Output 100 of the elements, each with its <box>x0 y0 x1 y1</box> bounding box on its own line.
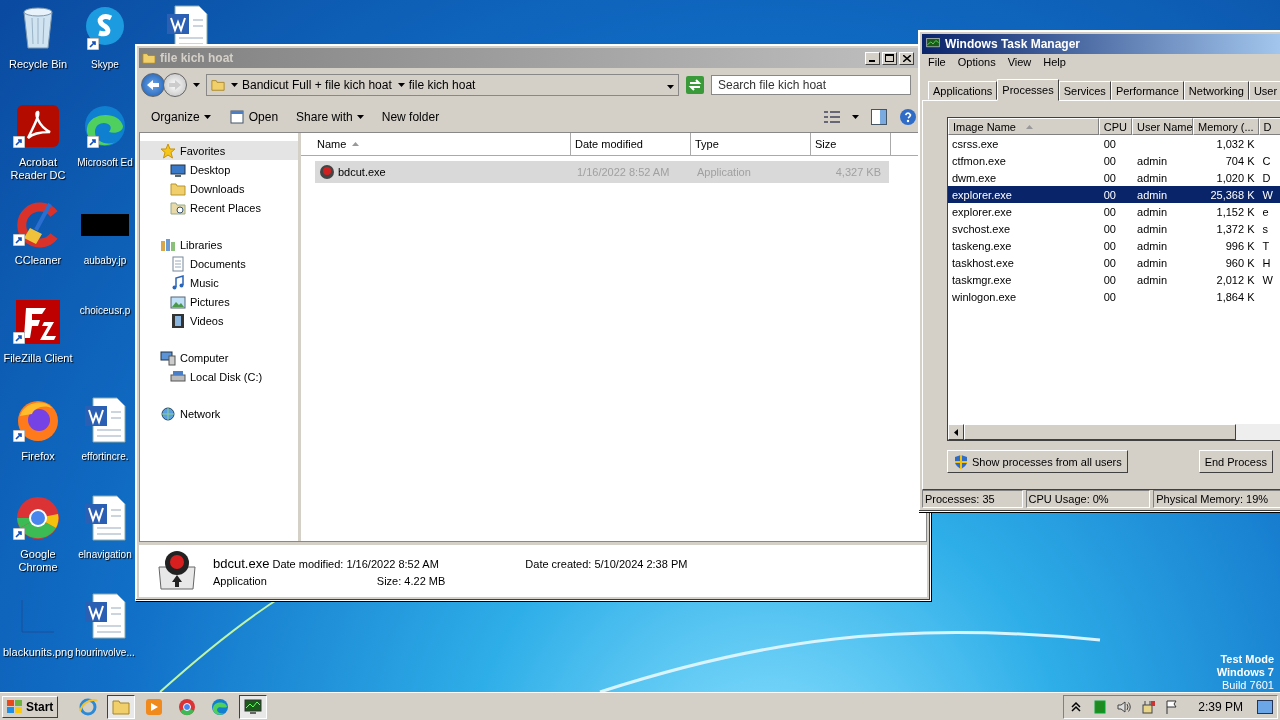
breadcrumb-link[interactable]: file kich hoat <box>408 78 476 92</box>
end-process-button[interactable]: End Process <box>1198 450 1273 473</box>
window-title: Windows Task Manager <box>945 37 1082 51</box>
nav-item[interactable]: Recent Places <box>140 198 298 217</box>
search-field[interactable]: Search file kich hoat <box>711 75 911 95</box>
tab[interactable]: Services <box>1058 81 1111 100</box>
menu-item[interactable]: Options <box>953 56 1000 68</box>
nav-item[interactable]: Documents <box>140 254 298 273</box>
icon-label[interactable]: Firefox <box>21 450 55 463</box>
tab[interactable]: User <box>1248 81 1280 100</box>
process-row[interactable]: csrss.exe 00 1,032 K <box>948 135 1280 152</box>
icon-label[interactable]: Acrobat Reader DC <box>3 156 73 182</box>
menu-item[interactable]: File <box>924 56 950 68</box>
help-icon[interactable] <box>899 108 917 126</box>
process-row[interactable]: taskeng.exe 00 admin 996 K T <box>948 237 1280 254</box>
process-row[interactable]: dwm.exe 00 admin 1,020 K D <box>948 169 1280 186</box>
minimize-button[interactable] <box>865 51 880 65</box>
breadcrumb-link[interactable]: Bandicut Full + file kich hoat <box>242 78 392 92</box>
scroll-left-icon[interactable] <box>954 428 958 436</box>
nav-item[interactable]: Local Disk (C:) <box>140 367 298 386</box>
column-header[interactable]: CPU <box>1098 118 1132 135</box>
icon-label[interactable]: CCleaner <box>14 254 62 267</box>
toolbar-button[interactable]: Organize <box>149 108 213 126</box>
icon-label[interactable]: blackunits.png <box>3 646 73 659</box>
toolbar-button[interactable]: Share with <box>294 108 366 126</box>
browser-icon[interactable] <box>177 696 198 717</box>
tab[interactable]: Applications <box>928 81 998 100</box>
scrollbar[interactable] <box>948 424 1280 440</box>
column-header[interactable]: Type <box>691 133 811 155</box>
file-row[interactable]: bdcut.exe 1/16/2022 8:52 AM Application 4,327 KB <box>315 161 889 183</box>
forward-button[interactable] <box>163 73 187 97</box>
column-header[interactable]: Memory (... <box>1192 118 1259 135</box>
nav-item[interactable]: Network <box>140 404 298 423</box>
close-button[interactable] <box>899 51 914 65</box>
column-header[interactable]: Image Name <box>948 118 1099 135</box>
toolbar-button[interactable]: Open <box>226 107 281 127</box>
table-cell: 1,864 K <box>1216 290 1255 303</box>
nav-item[interactable]: Downloads <box>140 179 298 198</box>
clock[interactable]: 2:39 PM <box>1198 699 1243 714</box>
process-row[interactable]: svchost.exe 00 admin 1,372 K s <box>948 220 1280 237</box>
process-row[interactable]: taskhost.exe 00 admin 960 K H <box>948 254 1280 271</box>
table-cell: explorer.exe <box>952 188 1012 201</box>
column-header[interactable]: Date modified <box>571 133 691 155</box>
nav-item[interactable]: Desktop <box>140 160 298 179</box>
tab[interactable]: Networking <box>1183 81 1249 100</box>
icon-label[interactable]: elnavigation <box>78 548 132 561</box>
column-header[interactable]: Name <box>301 133 571 155</box>
start-button[interactable]: Start <box>2 695 59 718</box>
caret-icon <box>356 115 364 119</box>
media-player-icon[interactable] <box>144 696 165 717</box>
menu-item[interactable]: View <box>1003 56 1036 68</box>
music-note-icon <box>170 274 186 291</box>
nav-item[interactable]: Computer <box>140 348 298 367</box>
nav-item[interactable]: Favorites <box>140 141 298 160</box>
table-cell: 00 <box>1103 154 1116 167</box>
show-desktop-icon[interactable] <box>1257 699 1273 714</box>
caret-icon <box>667 85 674 89</box>
process-row[interactable]: explorer.exe 00 admin 25,368 K W <box>948 186 1280 203</box>
process-row[interactable]: winlogon.exe 00 1,864 K <box>948 288 1280 305</box>
power-plug-icon[interactable] <box>1140 698 1157 715</box>
icon-label[interactable]: Microsoft Ed <box>77 156 133 169</box>
tab[interactable]: Performance <box>1110 81 1184 100</box>
view-list-icon[interactable] <box>824 110 840 124</box>
icon-label[interactable]: Google Chrome <box>3 548 73 574</box>
maximize-button[interactable] <box>882 51 897 65</box>
process-row[interactable]: ctfmon.exe 00 admin 704 K C <box>948 152 1280 169</box>
menu-item[interactable]: Help <box>1039 56 1070 68</box>
column-header[interactable]: User Name <box>1131 118 1193 135</box>
icon-label[interactable]: aubaby.jp <box>83 254 127 267</box>
nav-item[interactable]: Videos <box>140 311 298 330</box>
nav-item[interactable]: Libraries <box>140 235 298 254</box>
table-cell: admin <box>1137 188 1167 201</box>
column-header[interactable]: D <box>1258 118 1280 135</box>
icon-label[interactable]: effortincre. <box>81 450 129 463</box>
nav-item[interactable]: Pictures <box>140 292 298 311</box>
icon-label[interactable]: choiceusr.p <box>79 304 131 317</box>
back-button[interactable] <box>141 73 165 97</box>
icon-label[interactable]: FileZilla Client <box>3 352 73 365</box>
show-all-processes-button[interactable]: Show processes from all users <box>947 450 1128 473</box>
preview-pane-icon[interactable] <box>871 109 887 125</box>
icon-label[interactable]: Recycle Bin <box>8 58 68 71</box>
address-bar[interactable]: Bandicut Full + file kich hoat file kich hoat <box>206 74 679 96</box>
speaker-icon[interactable] <box>1116 698 1133 715</box>
icon-label[interactable]: Skype <box>91 58 119 71</box>
tab[interactable]: Processes <box>997 79 1059 101</box>
app-tray-icon[interactable] <box>1092 698 1109 715</box>
watermark-text: Windows 7 <box>1216 666 1274 679</box>
table-cell: 704 K <box>1225 154 1255 167</box>
process-row[interactable]: taskmgr.exe 00 admin 2,012 K W <box>948 271 1280 288</box>
toolbar-button[interactable]: New folder <box>379 108 442 126</box>
process-row[interactable]: explorer.exe 00 admin 1,152 K e <box>948 203 1280 220</box>
refresh-icon[interactable] <box>685 75 705 95</box>
icon-label[interactable]: hourinvolve... <box>75 646 135 659</box>
column-header[interactable]: Size <box>811 133 891 155</box>
nav-item[interactable]: Music <box>140 273 298 292</box>
document-icon <box>170 255 186 272</box>
browser-icon[interactable] <box>210 696 231 717</box>
table-cell: 960 K <box>1225 256 1255 269</box>
monitor-icon[interactable] <box>243 696 264 717</box>
caret-icon <box>852 115 859 119</box>
